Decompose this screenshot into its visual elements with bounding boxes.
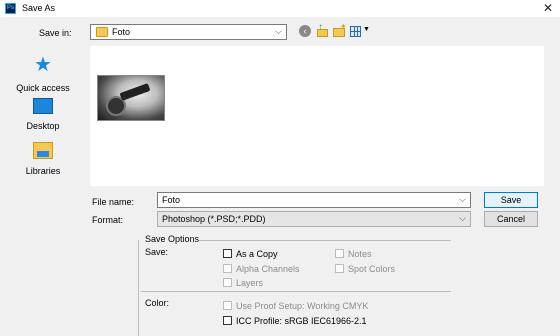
- checkbox-label: As a Copy: [236, 249, 278, 259]
- save-label: Save:: [145, 247, 169, 257]
- file-list[interactable]: [90, 46, 544, 186]
- file-name-label: File name:: [92, 197, 135, 207]
- up-arrow-icon: ↑: [318, 22, 323, 33]
- checkbox-label: Layers: [236, 278, 264, 288]
- sparkle-icon: ✦: [340, 22, 347, 31]
- save-in-label: Save in:: [39, 28, 72, 38]
- places-bar: ★ Quick access Desktop Libraries: [0, 46, 86, 232]
- options-divider: [138, 240, 139, 336]
- back-button[interactable]: ‹: [298, 24, 313, 39]
- view-grid-icon: [350, 26, 361, 37]
- checkbox-label: Notes: [348, 249, 372, 259]
- save-in-value: Foto: [112, 27, 131, 37]
- chevron-down-icon[interactable]: ⌵: [459, 194, 466, 205]
- place-label: Libraries: [25, 166, 61, 176]
- close-icon[interactable]: ✕: [543, 1, 553, 15]
- file-name-value: Foto: [162, 195, 181, 205]
- save-in-dropdown[interactable]: Foto ⌵: [90, 24, 287, 40]
- view-menu-button[interactable]: ▼: [349, 24, 371, 39]
- format-dropdown[interactable]: Photoshop (*.PSD;*.PDD) ⌵: [157, 211, 471, 227]
- checkbox-label: Use Proof Setup: Working CMYK: [236, 301, 369, 311]
- save-button[interactable]: Save: [484, 192, 538, 208]
- checkbox-box: [223, 278, 232, 287]
- checkbox-label: Alpha Channels: [236, 264, 300, 274]
- save-options-heading: Save Options: [145, 234, 200, 244]
- cancel-button[interactable]: Cancel: [484, 211, 538, 227]
- options-divider: [141, 291, 451, 292]
- options-divider: [199, 240, 451, 241]
- thumbnail-detail: [119, 83, 151, 101]
- new-folder-button[interactable]: ✦: [332, 22, 347, 39]
- format-label: Format:: [92, 215, 124, 225]
- window-title: Save As: [22, 3, 56, 13]
- libraries-icon: [33, 142, 53, 159]
- checkbox-box: [335, 264, 344, 273]
- checkbox-label: ICC Profile: sRGB IEC61966-2.1: [236, 316, 367, 326]
- folder-icon: [96, 27, 108, 37]
- back-arrow-icon: ‹: [299, 25, 311, 37]
- star-icon: ★: [34, 54, 52, 76]
- file-thumbnail[interactable]: [97, 75, 165, 121]
- file-name-field[interactable]: Foto ⌵: [157, 192, 471, 208]
- photoshop-app-icon: Ps: [5, 3, 16, 14]
- place-label: Desktop: [26, 121, 60, 131]
- checkbox-box[interactable]: [223, 249, 232, 258]
- title-bar: Ps Save As ✕: [0, 0, 560, 17]
- color-label: Color:: [145, 298, 170, 308]
- checkbox-box: [223, 264, 232, 273]
- checkbox-box: [335, 249, 344, 258]
- format-value: Photoshop (*.PSD;*.PDD): [162, 214, 266, 224]
- place-label: Quick access: [16, 83, 70, 93]
- desktop-icon: [33, 98, 53, 114]
- dropdown-arrow-icon: ▼: [363, 26, 370, 33]
- chevron-down-icon: ⌵: [459, 213, 466, 223]
- checkbox-label: Spot Colors: [348, 264, 396, 274]
- up-one-level-button[interactable]: ↑: [315, 22, 330, 39]
- chevron-down-icon: ⌵: [275, 26, 282, 36]
- checkbox-box: [223, 301, 232, 310]
- checkbox-box[interactable]: [223, 316, 232, 325]
